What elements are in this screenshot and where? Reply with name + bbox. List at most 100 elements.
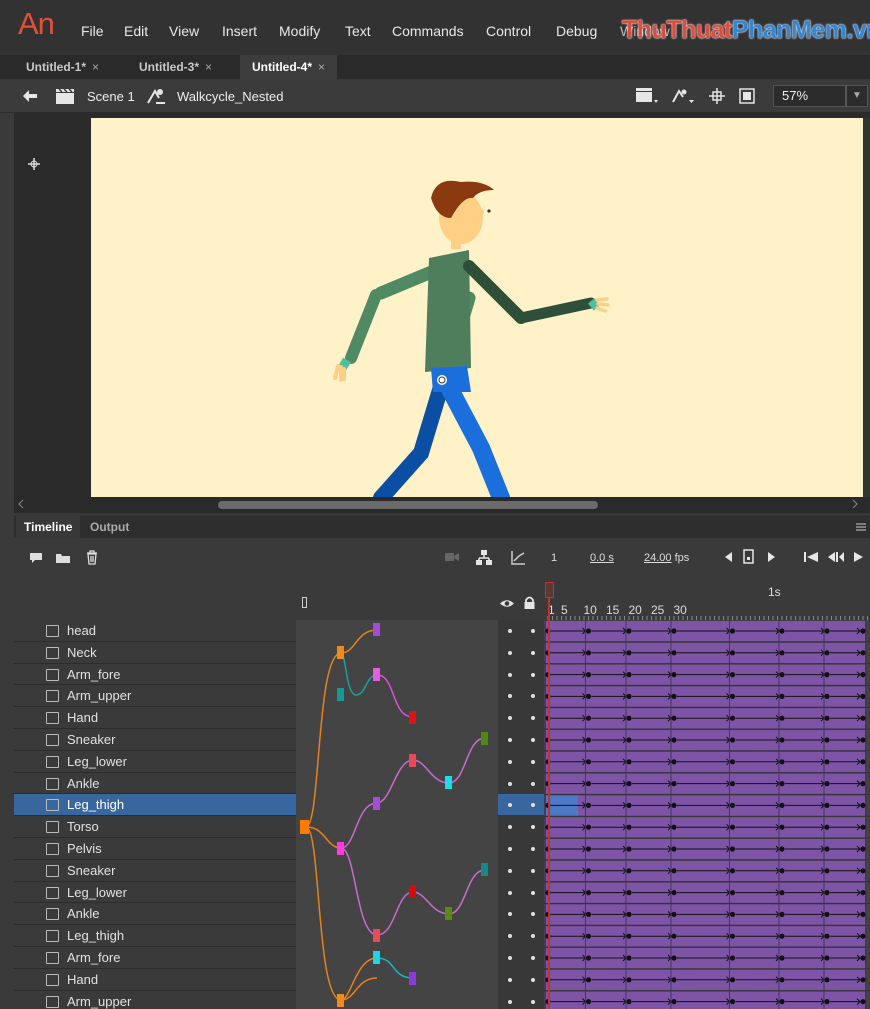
show-hide-eye-icon[interactable] bbox=[499, 598, 515, 609]
new-folder-icon[interactable] bbox=[55, 551, 71, 564]
close-icon[interactable]: × bbox=[318, 60, 325, 74]
scroll-right-icon[interactable] bbox=[851, 499, 859, 509]
previous-keyframe-icon[interactable] bbox=[827, 550, 845, 564]
layer-row[interactable]: Neck bbox=[14, 641, 296, 664]
menu-view[interactable]: View bbox=[169, 23, 199, 39]
stage[interactable] bbox=[91, 118, 863, 498]
visibility-toggle[interactable] bbox=[508, 781, 512, 786]
lock-icon[interactable] bbox=[523, 596, 536, 610]
layer-row[interactable]: Leg_thigh bbox=[14, 794, 296, 817]
lock-toggle[interactable] bbox=[531, 629, 535, 633]
clip-stage-icon[interactable] bbox=[738, 87, 756, 105]
layer-row[interactable]: Arm_fore bbox=[14, 947, 296, 969]
lock-toggle[interactable] bbox=[531, 956, 535, 960]
layer-row[interactable]: Sneaker bbox=[14, 729, 296, 751]
edit-scene-icon[interactable] bbox=[634, 86, 660, 106]
close-icon[interactable]: × bbox=[92, 60, 99, 74]
lock-toggle[interactable] bbox=[531, 977, 535, 982]
visibility-toggle[interactable] bbox=[508, 629, 512, 633]
new-layer-icon[interactable] bbox=[29, 551, 43, 564]
visibility-toggle[interactable] bbox=[508, 890, 512, 895]
time-readout[interactable]: 0.0 s bbox=[590, 552, 614, 564]
lock-toggle[interactable] bbox=[531, 999, 535, 1004]
visibility-toggle[interactable] bbox=[508, 738, 512, 742]
layer-row[interactable]: Leg_lower bbox=[14, 881, 296, 904]
menu-control[interactable]: Control bbox=[486, 23, 531, 39]
edit-symbol-icon[interactable] bbox=[670, 86, 696, 106]
vertical-scrollbar[interactable] bbox=[863, 118, 870, 497]
play-range-icon[interactable] bbox=[742, 548, 756, 566]
visibility-toggle[interactable] bbox=[508, 999, 512, 1004]
keyframe bbox=[779, 977, 785, 983]
visibility-toggle[interactable] bbox=[508, 977, 512, 982]
visibility-toggle[interactable] bbox=[508, 847, 512, 851]
menu-insert[interactable]: Insert bbox=[222, 23, 257, 39]
visibility-toggle[interactable] bbox=[508, 868, 512, 873]
lock-toggle[interactable] bbox=[531, 847, 535, 851]
walking-character[interactable] bbox=[91, 118, 863, 498]
menu-file[interactable]: File bbox=[81, 23, 104, 39]
back-arrow-icon[interactable] bbox=[22, 89, 38, 103]
layer-row[interactable]: Hand bbox=[14, 968, 296, 991]
scene-label[interactable]: Scene 1 bbox=[87, 89, 135, 104]
animate-window: An File Edit View Insert Modify Text Com… bbox=[0, 0, 870, 1009]
frame-grid[interactable] bbox=[544, 620, 870, 1009]
lock-toggle[interactable] bbox=[531, 890, 535, 895]
play-icon[interactable] bbox=[765, 550, 777, 564]
graph-editor-icon[interactable] bbox=[510, 549, 527, 566]
menu-text[interactable]: Text bbox=[345, 23, 371, 39]
lock-toggle[interactable] bbox=[531, 868, 535, 873]
playhead[interactable] bbox=[545, 582, 554, 598]
lock-toggle[interactable] bbox=[531, 781, 535, 786]
frame-ruler[interactable]: 1 5 10 15 20 25 30 bbox=[544, 598, 870, 620]
lock-toggle[interactable] bbox=[531, 650, 535, 655]
current-frame-readout[interactable]: 1 bbox=[551, 552, 557, 564]
layer-row[interactable]: Arm_upper bbox=[14, 990, 296, 1009]
symbol-breadcrumb[interactable]: Walkcycle_Nested bbox=[177, 89, 283, 104]
layer-row[interactable]: Pelvis bbox=[14, 838, 296, 860]
doc-tab-untitled-1[interactable]: Untitled-1* × bbox=[14, 55, 111, 79]
layer-row[interactable]: Arm_fore bbox=[14, 663, 296, 686]
lock-toggle[interactable] bbox=[531, 759, 535, 764]
frame-grid-svg[interactable] bbox=[544, 620, 870, 1009]
layer-row[interactable]: Hand bbox=[14, 707, 296, 729]
fps-readout[interactable]: 24.00 fps bbox=[644, 552, 689, 564]
tab-timeline[interactable]: Timeline bbox=[16, 516, 81, 538]
lock-toggle[interactable] bbox=[531, 672, 535, 677]
tab-output[interactable]: Output bbox=[82, 516, 137, 538]
visibility-toggle[interactable] bbox=[508, 956, 512, 960]
chevron-down-icon[interactable]: ▼ bbox=[846, 85, 868, 107]
layer-row[interactable]: head bbox=[14, 620, 296, 642]
menu-debug[interactable]: Debug bbox=[556, 23, 597, 39]
zoom-input[interactable]: 57% bbox=[773, 85, 846, 107]
lock-toggle[interactable] bbox=[531, 738, 535, 742]
keyframe bbox=[860, 693, 866, 699]
layer-row[interactable]: Arm_upper bbox=[14, 685, 296, 708]
close-icon[interactable]: × bbox=[205, 60, 212, 74]
panel-menu-icon[interactable] bbox=[855, 521, 867, 533]
first-frame-icon[interactable] bbox=[803, 550, 819, 564]
next-frame-icon[interactable] bbox=[851, 550, 865, 564]
camera-icon[interactable] bbox=[444, 551, 460, 563]
visibility-toggle[interactable] bbox=[508, 672, 512, 677]
layer-row[interactable]: Leg_lower bbox=[14, 750, 296, 773]
center-stage-icon[interactable] bbox=[708, 87, 726, 105]
doc-tab-untitled-4[interactable]: Untitled-4* × bbox=[240, 55, 338, 79]
layer-row[interactable]: Sneaker bbox=[14, 859, 296, 882]
layer-row[interactable]: Torso bbox=[14, 816, 296, 838]
layer-row[interactable]: Ankle bbox=[14, 903, 296, 926]
visibility-toggle[interactable] bbox=[508, 650, 512, 655]
step-back-icon[interactable] bbox=[722, 550, 734, 564]
visibility-toggle[interactable] bbox=[508, 759, 512, 764]
menu-edit[interactable]: Edit bbox=[124, 23, 148, 39]
layer-depth-icon[interactable] bbox=[475, 549, 493, 566]
scrollbar-thumb[interactable] bbox=[218, 501, 598, 509]
keyframe bbox=[779, 672, 785, 678]
delete-trash-icon[interactable] bbox=[85, 549, 99, 565]
menu-modify[interactable]: Modify bbox=[279, 23, 320, 39]
scroll-left-icon[interactable] bbox=[17, 499, 25, 509]
layer-row[interactable]: Ankle bbox=[14, 772, 296, 795]
layer-row[interactable]: Leg_thigh bbox=[14, 925, 296, 947]
menu-commands[interactable]: Commands bbox=[392, 23, 464, 39]
doc-tab-untitled-3[interactable]: Untitled-3* × bbox=[127, 55, 224, 79]
